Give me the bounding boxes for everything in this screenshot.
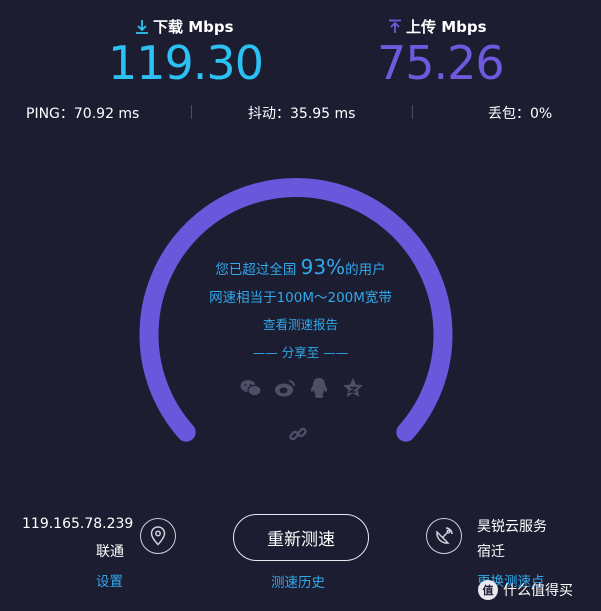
- watermark-logo-icon: 值: [478, 580, 498, 600]
- history-link[interactable]: 测速历史: [271, 571, 325, 591]
- summary-percent: 93%: [300, 255, 346, 279]
- share-label: —— 分享至 ——: [252, 345, 349, 360]
- client-ip: 119.165.78.239: [22, 516, 134, 532]
- link-icon[interactable]: [288, 424, 308, 448]
- ping-stat: PING：70.92 ms: [26, 106, 140, 122]
- retest-button[interactable]: 重新测速: [233, 514, 369, 561]
- location-pin-icon[interactable]: [140, 518, 176, 554]
- gauge-summary: 您已超过全国 93%的用户: [0, 255, 601, 282]
- jitter-stat: 抖动：35.95 ms: [248, 106, 356, 122]
- qzone-icon[interactable]: [342, 377, 364, 399]
- gauge-range-text: 网速相当于100M～200M宽带: [209, 290, 392, 306]
- summary-prefix: 您已超过全国: [215, 262, 297, 278]
- stat-divider: [412, 105, 413, 119]
- upload-value: 75.26: [377, 36, 505, 90]
- loss-stat: 丢包：0%: [488, 106, 553, 122]
- share-icons: [240, 377, 364, 399]
- wechat-icon[interactable]: [240, 377, 262, 399]
- qq-icon[interactable]: [308, 377, 330, 399]
- summary-suffix: 的用户: [345, 262, 386, 278]
- report-link-wrap: 查看测速报告: [0, 314, 601, 333]
- download-arrow-icon: [135, 19, 149, 35]
- weibo-icon[interactable]: [274, 377, 296, 399]
- download-value: 119.30: [108, 36, 264, 90]
- upload-label: 上传 Mbps: [406, 18, 487, 36]
- download-label: 下载 Mbps: [153, 18, 234, 36]
- download-header: 下载 Mbps: [135, 16, 234, 37]
- settings-link[interactable]: 设置: [96, 570, 123, 590]
- server-name: 昊锐云服务: [477, 519, 547, 535]
- stat-divider: [191, 105, 192, 119]
- client-isp: 联通: [96, 544, 124, 560]
- watermark: 值 什么值得买: [478, 580, 573, 600]
- view-report-link[interactable]: 查看测速报告: [263, 317, 338, 332]
- satellite-dish-icon[interactable]: [426, 518, 462, 554]
- upload-header: 上传 Mbps: [388, 16, 487, 37]
- watermark-text: 什么值得买: [503, 583, 573, 599]
- server-location: 宿迁: [477, 544, 505, 560]
- upload-arrow-icon: [388, 19, 402, 35]
